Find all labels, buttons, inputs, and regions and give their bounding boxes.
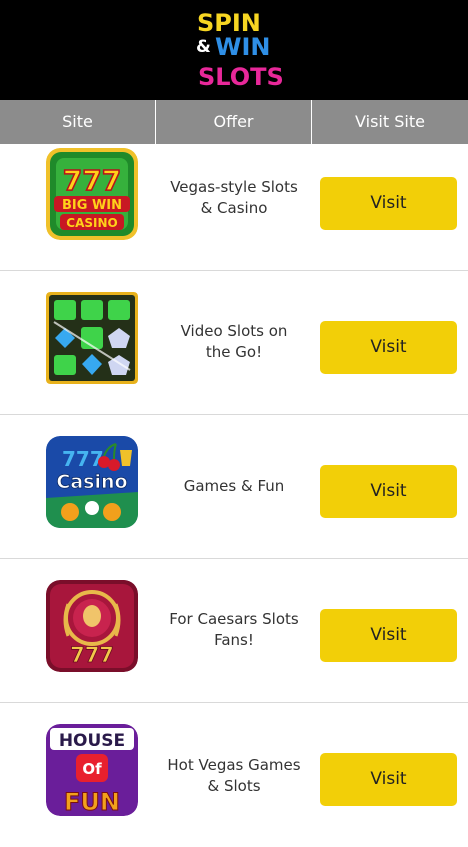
table-row: 777 BIG WIN CASINO Vegas-style Slots & C… <box>0 127 468 271</box>
visit-button[interactable]: Visit <box>320 609 457 662</box>
icon-text: HOUSE <box>59 731 125 751</box>
app-header: SPIN & WIN SLOTS <box>0 0 468 100</box>
visit-button[interactable]: Visit <box>320 753 457 806</box>
offer-text: Video Slots on the Go! <box>180 322 288 361</box>
icon-text: 777 <box>62 447 104 471</box>
spin-and-win-slots-logo[interactable]: SPIN & WIN SLOTS <box>193 9 284 93</box>
caesars-777-laurel-icon[interactable]: 777 <box>46 580 138 672</box>
icon-text: Casino <box>56 471 127 493</box>
visit-button[interactable]: Visit <box>320 465 457 518</box>
visit-button[interactable]: Visit <box>320 321 457 374</box>
icon-text: Of <box>82 760 102 778</box>
offer-text: Vegas-style Slots & Casino <box>170 178 298 217</box>
logo-amp-text: & <box>196 37 211 57</box>
offer-text: For Caesars Slots Fans! <box>169 610 299 649</box>
offer-text: Hot Vegas Games & Slots <box>167 756 301 795</box>
logo-win-text: WIN <box>215 33 271 61</box>
house-of-fun-icon[interactable]: HOUSE Of FUN <box>46 724 138 816</box>
visit-button[interactable]: Visit <box>320 177 457 230</box>
icon-text: CASINO <box>66 216 117 230</box>
casino-777-cherries-icon[interactable]: 777 Casino <box>46 436 138 528</box>
icon-text: 777 <box>63 164 121 197</box>
logo-slots-text: SLOTS <box>198 63 284 91</box>
offer-text: Games & Fun <box>183 477 285 495</box>
logo-spin-text: SPIN <box>197 9 261 37</box>
icon-text: FUN <box>64 788 120 816</box>
table-row: Video Slots on the Go! Visit <box>0 271 468 415</box>
table-row: HOUSE Of FUN Hot Vegas Games & Slots Vis… <box>0 703 468 847</box>
icon-text: BIG WIN <box>62 198 122 213</box>
table-row: 777 Casino Games & Fun Visit <box>0 415 468 559</box>
table-row: 777 For Caesars Slots Fans! Visit <box>0 559 468 703</box>
gem-slots-icon[interactable] <box>46 292 138 384</box>
icon-text: 777 <box>70 643 114 667</box>
big-win-casino-777-icon[interactable]: 777 BIG WIN CASINO <box>46 148 138 240</box>
